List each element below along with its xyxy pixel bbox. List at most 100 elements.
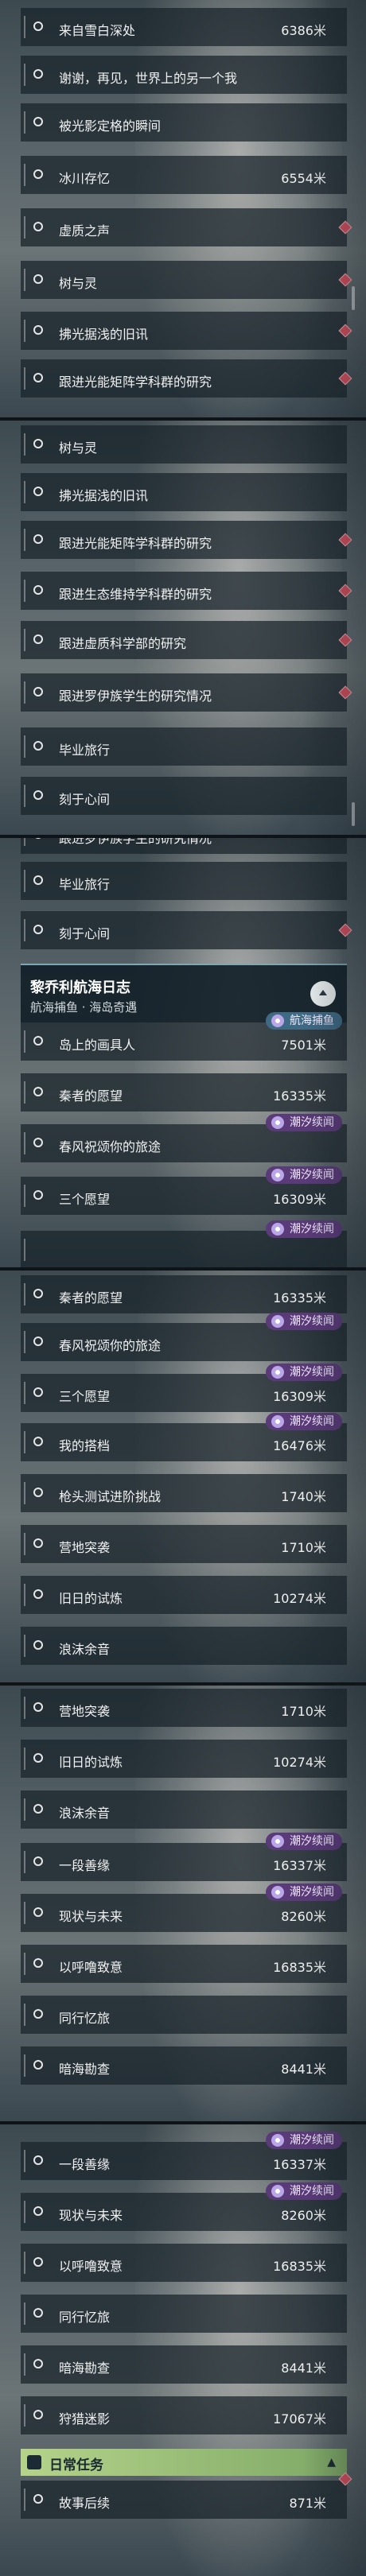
scrollbar[interactable]: [352, 802, 355, 826]
list-item[interactable]: 岛上的画具人 7501米 航海捕鱼: [21, 1012, 347, 1061]
list-item[interactable]: 虚质之声: [21, 208, 352, 246]
radio-icon[interactable]: [33, 2060, 43, 2070]
list-item[interactable]: 树与灵: [21, 425, 347, 464]
list-item[interactable]: 同行忆旅: [21, 2295, 347, 2333]
list-item[interactable]: 跟进光能矩阵学科群的研究: [21, 359, 352, 398]
list-item[interactable]: 被光影定格的瞬间: [21, 103, 347, 142]
radio-icon[interactable]: [33, 1640, 43, 1650]
list-item[interactable]: 树与灵: [21, 261, 352, 299]
list-item[interactable]: 谢谢，再见，世界上的另一个我: [21, 56, 347, 94]
radio-icon[interactable]: [33, 2257, 43, 2267]
scrollbar[interactable]: [352, 286, 355, 310]
list-item[interactable]: 以呼噜致意 16835米: [21, 1945, 347, 1983]
list-item[interactable]: 跟进虚质科学部的研究: [21, 621, 352, 659]
list-item[interactable]: 现状与未来 8260米 潮汐续闻: [21, 2182, 347, 2231]
radio-icon[interactable]: [33, 2206, 43, 2216]
radio-icon[interactable]: [33, 69, 43, 79]
list-item[interactable]: 一段善缘 16337米 潮汐续闻: [21, 1833, 347, 1881]
list-item[interactable]: 跟进生态维持学科群的研究: [21, 572, 352, 610]
list-item[interactable]: 故事后续 871米: [21, 2472, 352, 2519]
list-item[interactable]: 旧日的试炼 10274米: [21, 1576, 347, 1614]
list-item[interactable]: 刻于心间: [21, 777, 347, 815]
list-item[interactable]: 三个愿望 16309米 潮汐续闻: [21, 1166, 347, 1215]
radio-icon[interactable]: [33, 169, 43, 179]
list-item[interactable]: 潮汐续闻: [21, 1220, 347, 1267]
radio-icon[interactable]: [33, 1488, 43, 1497]
radio-icon[interactable]: [33, 1804, 43, 1814]
radio-icon[interactable]: [33, 925, 43, 934]
radio-icon[interactable]: [33, 2009, 43, 2019]
radio-icon[interactable]: [33, 1538, 43, 1548]
radio-icon[interactable]: [33, 634, 43, 644]
list-item[interactable]: 同行忆旅: [21, 1996, 347, 2034]
radio-icon[interactable]: [33, 2155, 43, 2165]
list-item[interactable]: 营地突袭 1710米: [21, 1525, 347, 1563]
daily-tasks-header[interactable]: 日常任务 ▲: [21, 2449, 347, 2476]
list-item[interactable]: 旧日的试炼 10274米: [21, 1740, 347, 1778]
list-item[interactable]: 跟进罗伊族学生的研究情况: [21, 673, 352, 712]
chevron-up-icon[interactable]: ▲: [327, 2456, 336, 2469]
radio-icon[interactable]: [33, 222, 43, 231]
list-item[interactable]: 秦者的愿望 16335米: [21, 1275, 347, 1313]
list-item[interactable]: 以呼噜致意 16835米: [21, 2244, 347, 2282]
radio-icon[interactable]: [33, 325, 43, 335]
radio-icon[interactable]: [33, 1190, 43, 1200]
list-item[interactable]: 狩猎迷影 17067米: [21, 2396, 347, 2434]
list-item[interactable]: 枪头测试进阶挑战 1740米: [21, 1474, 347, 1512]
list-item[interactable]: 跟进光能矩阵学科群的研究: [21, 521, 352, 559]
radio-icon[interactable]: [33, 1289, 43, 1298]
radio-icon[interactable]: [33, 2308, 43, 2318]
list-item[interactable]: 一段善缘 16337米 潮汐续闻: [21, 2132, 347, 2180]
list-item[interactable]: 我的搭档 16476米 潮汐续闻: [21, 1413, 347, 1461]
diamond-icon: [338, 2472, 352, 2486]
radio-icon[interactable]: [33, 1437, 43, 1446]
radio-icon[interactable]: [33, 439, 43, 448]
list-item[interactable]: 来自雪白深处 6386米: [21, 8, 347, 46]
radio-icon[interactable]: [33, 1589, 43, 1599]
list-item[interactable]: 毕业旅行: [21, 727, 347, 766]
radio-icon[interactable]: [33, 2494, 43, 2504]
radio-icon[interactable]: [33, 2359, 43, 2368]
radio-icon[interactable]: [33, 274, 43, 284]
radio-icon[interactable]: [33, 1387, 43, 1397]
list-item[interactable]: 暗海勘查 8441米: [21, 2046, 347, 2085]
list-item[interactable]: 春风祝颂你的旅途 潮汐续闻: [21, 1313, 347, 1361]
radio-icon[interactable]: [33, 21, 43, 31]
list-item[interactable]: 拂光据浅的旧讯: [21, 473, 347, 511]
list-item[interactable]: 浪沫余音: [21, 1790, 347, 1829]
radio-icon[interactable]: [33, 1138, 43, 1147]
list-item[interactable]: 冰川存忆 6554米: [21, 156, 347, 194]
radio-icon[interactable]: [33, 1087, 43, 1096]
radio-icon[interactable]: [33, 487, 43, 496]
radio-icon[interactable]: [33, 741, 43, 751]
radio-icon[interactable]: [33, 373, 43, 382]
list-item[interactable]: 刻于心间: [21, 911, 352, 949]
list-item[interactable]: 拂光据浅的旧讯: [21, 312, 352, 350]
radio-icon[interactable]: [33, 2410, 43, 2419]
radio-icon[interactable]: [33, 117, 43, 126]
radio-icon[interactable]: [33, 1907, 43, 1917]
radio-icon[interactable]: [33, 1036, 43, 1046]
radio-icon[interactable]: [33, 687, 43, 696]
radio-icon[interactable]: [33, 1958, 43, 1968]
list-item[interactable]: 毕业旅行: [21, 862, 347, 900]
list-item[interactable]: 暗海勘查 8441米: [21, 2345, 347, 2384]
collapse-button[interactable]: [310, 981, 336, 1007]
list-item[interactable]: 春风祝颂你的旅途 潮汐续闻: [21, 1114, 347, 1162]
radio-icon[interactable]: [33, 1856, 43, 1866]
radio-icon[interactable]: [33, 875, 43, 885]
list-item[interactable]: 现状与未来 8260米 潮汐续闻: [21, 1884, 347, 1932]
radio-icon[interactable]: [33, 534, 43, 544]
radio-icon[interactable]: [33, 790, 43, 800]
list-item[interactable]: 三个愿望 16309米 潮汐续闻: [21, 1364, 347, 1412]
radio-icon[interactable]: [33, 1336, 43, 1346]
radio-icon[interactable]: [33, 585, 43, 595]
list-item[interactable]: 秦者的愿望 16335米: [21, 1073, 347, 1111]
radio-icon[interactable]: [33, 838, 43, 839]
radio-icon[interactable]: [33, 1753, 43, 1763]
list-item[interactable]: 浪沫余音: [21, 1627, 347, 1665]
list-item[interactable]: 营地突袭 1710米: [21, 1689, 347, 1727]
quest-title: 刻于心间: [59, 926, 111, 941]
radio-icon[interactable]: [33, 1702, 43, 1712]
list-item[interactable]: 跟进罗伊族学生的研究情况: [21, 838, 347, 854]
